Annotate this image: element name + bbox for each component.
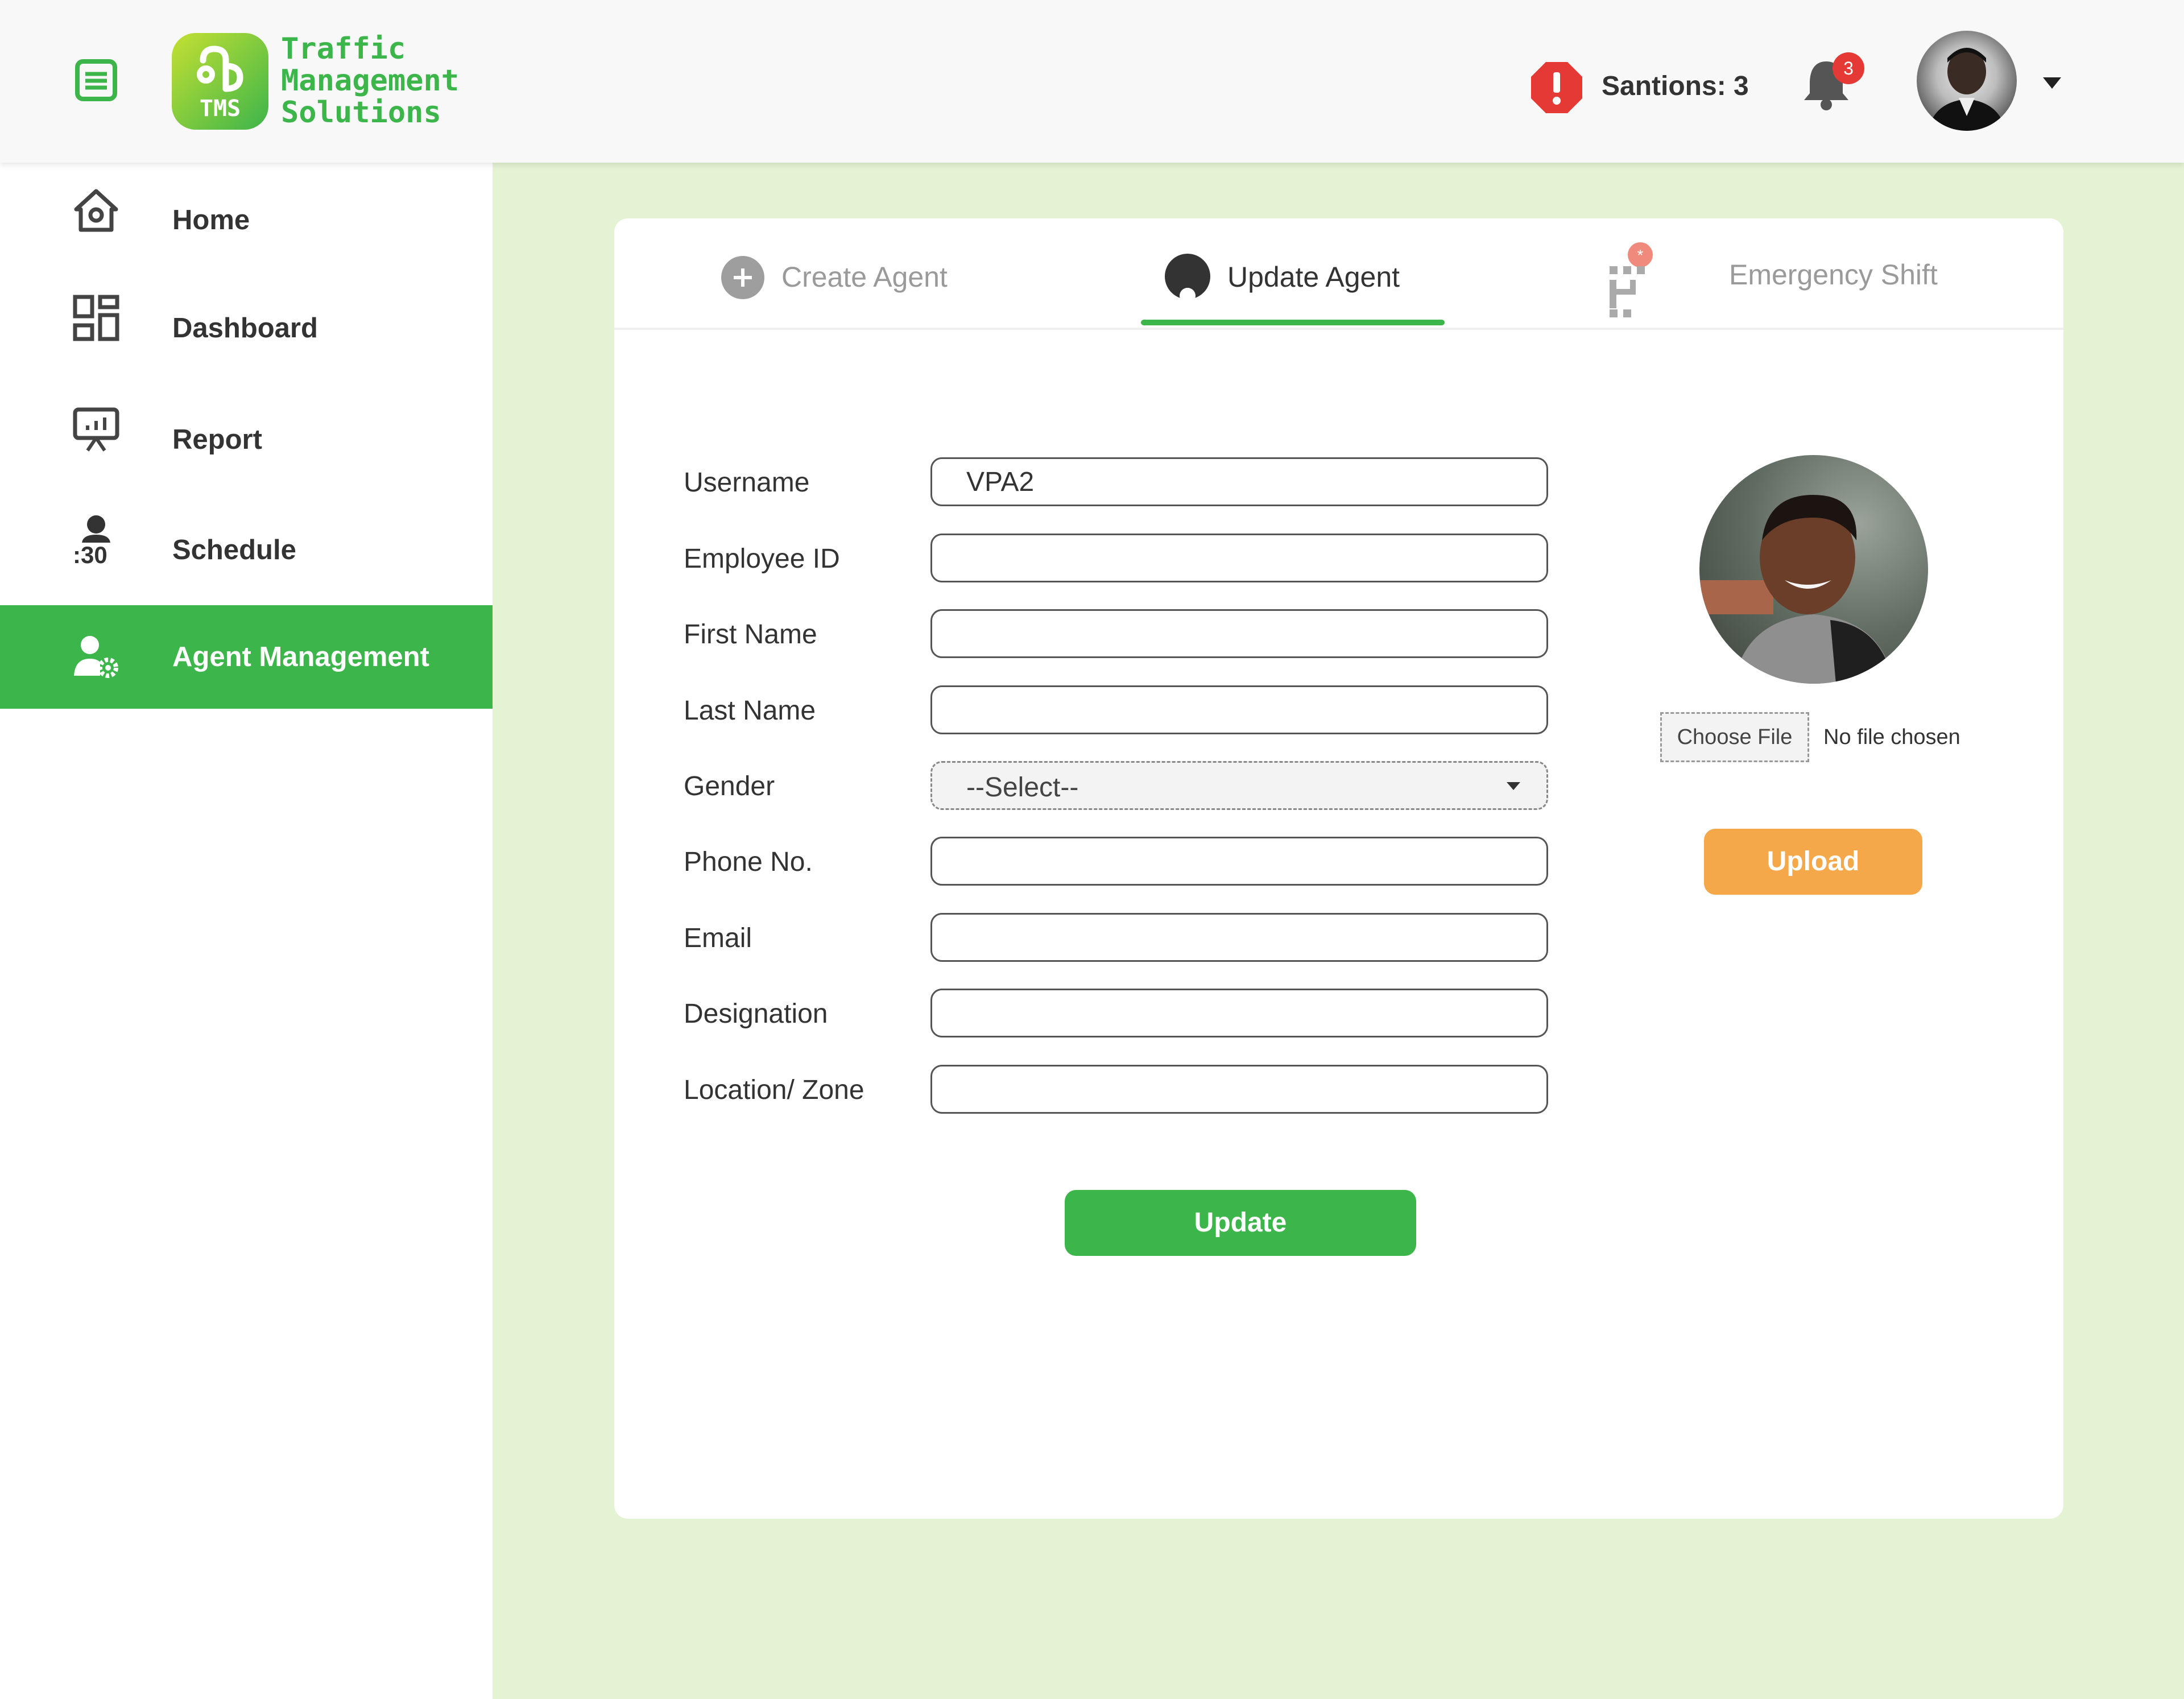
designation-label: Designation: [684, 999, 828, 1029]
svg-text:*: *: [1637, 246, 1644, 264]
sidebar-item-label: Agent Management: [172, 642, 429, 672]
designation-input[interactable]: [930, 989, 1548, 1037]
first-name-input[interactable]: [930, 609, 1548, 658]
grid-shift-icon: [1610, 266, 1645, 317]
agent-photo: [1699, 455, 1928, 684]
sidebar-item-label: Report: [172, 424, 262, 455]
alert-octagon-icon: [1531, 62, 1582, 113]
report-icon: [73, 407, 119, 452]
gender-label: Gender: [684, 771, 775, 801]
top-header: TMS Traffic Management Solutions Santion…: [0, 0, 2184, 163]
first-name-label: First Name: [684, 619, 817, 650]
user-avatar[interactable]: [1917, 31, 2017, 131]
sidebar-item-home[interactable]: Home: [0, 168, 493, 272]
email-label: Email: [684, 923, 752, 953]
tab-label: Create Agent: [781, 261, 948, 293]
user-menu-dropdown[interactable]: [2041, 72, 2063, 94]
brand-line: Traffic: [281, 32, 406, 66]
update-button[interactable]: Update: [1065, 1190, 1416, 1256]
tab-create-agent[interactable]: Create Agent: [717, 218, 978, 326]
agent-form-card: Create Agent Update Agent * Emergency Sh…: [614, 218, 2063, 1519]
last-name-input[interactable]: [930, 685, 1548, 734]
caret-down-icon: [1507, 782, 1520, 790]
user-circle-icon: [1165, 254, 1210, 300]
tab-emergency-shift[interactable]: * Emergency Shift: [1610, 218, 1962, 326]
tab-label: Emergency Shift: [1729, 259, 1938, 291]
person-icon: [82, 515, 110, 543]
location-zone-input[interactable]: [930, 1065, 1548, 1114]
email-input[interactable]: [930, 913, 1548, 962]
agent-portrait-icon: [1699, 495, 1894, 684]
dashboard-icon: [73, 295, 119, 341]
last-name-label: Last Name: [684, 696, 816, 726]
sanctions-indicator[interactable]: Santions: 3: [1530, 59, 1757, 116]
schedule-icon-text: :30: [73, 541, 107, 568]
brand-line: Management: [281, 64, 460, 98]
sidebar-item-label: Dashboard: [172, 313, 318, 344]
plus-circle-icon: [721, 256, 764, 299]
emergency-shift-icon: *: [1610, 241, 1661, 326]
sidebar-item-schedule[interactable]: :30 Schedule: [0, 498, 493, 602]
logo-mark-icon: [197, 46, 243, 92]
sidebar-item-dashboard[interactable]: Dashboard: [0, 276, 493, 380]
caret-down-icon: [2043, 77, 2061, 89]
upload-button[interactable]: Upload: [1704, 829, 1922, 895]
phone-label: Phone No.: [684, 847, 813, 877]
phone-input[interactable]: [930, 837, 1548, 886]
location-zone-label: Location/ Zone: [684, 1075, 864, 1105]
notifications-button[interactable]: 3: [1801, 52, 1869, 115]
user-portrait-icon: [1928, 48, 2005, 131]
sanctions-count: Santions: 3: [1602, 71, 1749, 101]
choose-file-button[interactable]: Choose File: [1660, 712, 1809, 762]
employee-id-label: Employee ID: [684, 544, 840, 574]
sidebar-item-agent-management[interactable]: Agent Management: [0, 605, 493, 709]
gender-select[interactable]: --Select--: [930, 761, 1548, 810]
menu-toggle-button[interactable]: [73, 57, 119, 104]
username-label: Username: [684, 468, 810, 498]
file-status-text: No file chosen: [1823, 725, 1960, 749]
agent-management-icon: [74, 636, 118, 678]
employee-id-input[interactable]: [930, 534, 1548, 582]
sidebar-item-report[interactable]: Report: [0, 388, 493, 491]
active-tab-indicator: [1141, 320, 1445, 325]
brand-name: Traffic Management Solutions: [281, 33, 459, 129]
username-input[interactable]: [930, 457, 1548, 506]
home-icon: [74, 189, 118, 232]
menu-icon: [75, 59, 117, 101]
tab-bar: Create Agent Update Agent * Emergency Sh…: [614, 218, 2063, 330]
notification-badge: 3: [1833, 52, 1864, 84]
tab-label: Update Agent: [1227, 261, 1400, 293]
logo-badge: TMS: [199, 96, 241, 122]
sidebar-item-label: Home: [172, 205, 250, 235]
app-logo[interactable]: TMS: [172, 33, 268, 130]
brand-line: Solutions: [281, 96, 441, 130]
gender-select-value: --Select--: [966, 772, 1079, 803]
schedule-icon: :30: [71, 514, 122, 568]
sidebar-item-label: Schedule: [172, 535, 296, 565]
tab-update-agent[interactable]: Update Agent: [1141, 218, 1445, 326]
alert-dot-icon: *: [1628, 242, 1653, 267]
sidebar: Home Dashboard Report :30 Schedule Agent…: [0, 163, 493, 1699]
